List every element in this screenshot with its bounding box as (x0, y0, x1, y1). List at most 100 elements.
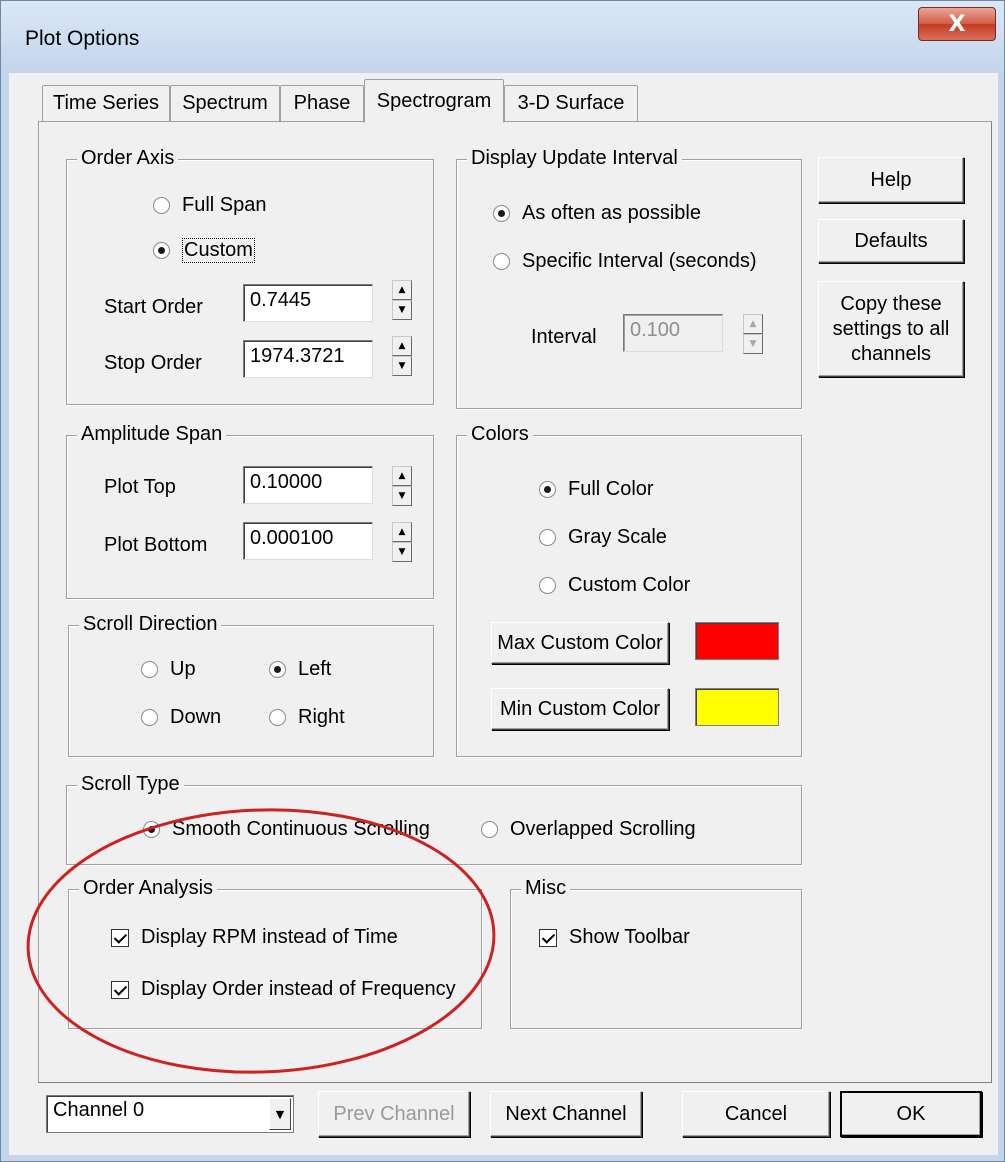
colors-legend: Colors (467, 423, 533, 446)
plot-bottom-spinner[interactable]: ▲ ▼ (392, 522, 412, 562)
checkmark-icon[interactable] (539, 928, 557, 947)
start-order-label: Start Order (104, 296, 203, 318)
close-button[interactable]: X (918, 7, 996, 41)
spin-down-icon[interactable]: ▼ (392, 542, 412, 562)
prev-channel-button[interactable]: Prev Channel (318, 1091, 470, 1137)
up-label: Up (170, 658, 196, 680)
checkmark-icon[interactable] (111, 928, 129, 947)
max-color-swatch (695, 622, 779, 660)
order-analysis-legend: Order Analysis (79, 877, 218, 900)
stop-order-field[interactable]: 1974.3721 (243, 340, 373, 378)
overlapped-scrolling-radio-button[interactable] (481, 821, 498, 838)
custom-color-radio[interactable]: Custom Color (539, 574, 690, 597)
cancel-button[interactable]: Cancel (682, 1091, 830, 1137)
copy-settings-label: Copy these (840, 292, 942, 315)
plot-options-window: Plot Options X Time Series Spectrum Phas… (0, 0, 1005, 1162)
tab-spectrum[interactable]: Spectrum (170, 85, 280, 121)
copy-settings-label: channels (850, 342, 932, 365)
tab-3d-surface[interactable]: 3-D Surface (504, 85, 638, 121)
plot-top-spinner[interactable]: ▲ ▼ (392, 466, 412, 506)
tab-phase[interactable]: Phase (280, 85, 364, 121)
right-radio[interactable]: Right (269, 706, 345, 729)
full-span-label: Full Span (182, 194, 267, 216)
copy-settings-button[interactable]: Copy these settings to all channels (818, 281, 964, 377)
display-rpm-checkbox[interactable]: Display RPM instead of Time (111, 926, 398, 949)
up-radio-button[interactable] (141, 661, 158, 678)
specific-interval-radio[interactable]: Specific Interval (seconds) (493, 250, 757, 273)
next-channel-label: Next Channel (505, 1102, 627, 1125)
overlapped-scrolling-radio[interactable]: Overlapped Scrolling (481, 818, 696, 841)
full-color-radio-button[interactable] (539, 481, 556, 498)
misc-legend: Misc (521, 877, 571, 900)
stop-order-spinner[interactable]: ▲ ▼ (392, 336, 412, 376)
spin-up-icon[interactable]: ▲ (392, 336, 412, 356)
custom-radio[interactable]: Custom (153, 238, 255, 263)
show-toolbar-checkbox[interactable]: Show Toolbar (539, 926, 690, 949)
order-analysis-group: Order Analysis Display RPM instead of Ti… (68, 877, 482, 1029)
order-axis-legend: Order Axis (77, 147, 179, 170)
next-channel-button[interactable]: Next Channel (490, 1091, 642, 1137)
title-bar[interactable]: Plot Options X (1, 1, 1004, 73)
scroll-direction-group: Scroll Direction Up Left Down Right (68, 613, 434, 757)
plot-bottom-field[interactable]: 0.000100 (243, 522, 373, 560)
copy-settings-label: settings to all (832, 317, 950, 340)
tab-label: Time Series (53, 92, 159, 114)
gray-scale-label: Gray Scale (568, 526, 667, 548)
full-span-radio[interactable]: Full Span (153, 194, 267, 217)
spin-down-icon[interactable]: ▼ (392, 486, 412, 506)
as-often-radio-button[interactable] (493, 205, 510, 222)
interval-field[interactable]: 0.100 (623, 314, 723, 352)
help-button[interactable]: Help (818, 157, 964, 203)
custom-label: Custom (182, 238, 255, 263)
interval-spinner[interactable]: ▲ ▼ (743, 314, 763, 354)
custom-color-radio-button[interactable] (539, 577, 556, 594)
amplitude-span-group: Amplitude Span Plot Top 0.10000 ▲ ▼ Plot… (66, 423, 434, 599)
spin-down-icon[interactable]: ▼ (392, 300, 412, 320)
left-radio[interactable]: Left (269, 658, 331, 681)
order-axis-group: Order Axis Full Span Custom Start Order … (66, 147, 434, 405)
start-order-spinner[interactable]: ▲ ▼ (392, 280, 412, 320)
tab-label: Spectrum (182, 92, 268, 114)
plot-top-label: Plot Top (104, 476, 176, 498)
specific-interval-radio-button[interactable] (493, 253, 510, 270)
spin-down-icon[interactable]: ▼ (743, 334, 763, 354)
spin-up-icon[interactable]: ▲ (392, 280, 412, 300)
spin-up-icon[interactable]: ▲ (392, 522, 412, 542)
min-custom-color-button[interactable]: Min Custom Color (491, 688, 669, 730)
custom-radio-button[interactable] (153, 242, 170, 259)
stop-order-label: Stop Order (104, 352, 202, 374)
spin-up-icon[interactable]: ▲ (392, 466, 412, 486)
full-color-label: Full Color (568, 478, 654, 500)
right-radio-button[interactable] (269, 709, 286, 726)
as-often-radio[interactable]: As often as possible (493, 202, 701, 225)
channel-select[interactable]: Channel 0 ▼ (46, 1095, 294, 1133)
display-order-checkbox[interactable]: Display Order instead of Frequency (111, 978, 456, 1001)
show-toolbar-label: Show Toolbar (569, 926, 690, 948)
tab-spectrogram[interactable]: Spectrogram (364, 79, 504, 123)
down-radio[interactable]: Down (141, 706, 221, 729)
down-radio-button[interactable] (141, 709, 158, 726)
spin-down-icon[interactable]: ▼ (392, 356, 412, 376)
tab-time-series[interactable]: Time Series (42, 85, 170, 121)
spin-up-icon[interactable]: ▲ (743, 314, 763, 334)
display-update-group: Display Update Interval As often as poss… (456, 147, 802, 409)
full-span-radio-button[interactable] (153, 197, 170, 214)
up-radio[interactable]: Up (141, 658, 196, 681)
plot-bottom-label: Plot Bottom (104, 534, 208, 556)
defaults-button[interactable]: Defaults (818, 219, 964, 263)
gray-scale-radio-button[interactable] (539, 529, 556, 546)
gray-scale-radio[interactable]: Gray Scale (539, 526, 667, 549)
smooth-scrolling-radio[interactable]: Smooth Continuous Scrolling (143, 818, 430, 841)
max-custom-color-button[interactable]: Max Custom Color (491, 622, 669, 664)
checkmark-icon[interactable] (111, 980, 129, 999)
dialog-client-area: Time Series Spectrum Phase Spectrogram 3… (9, 73, 998, 1155)
plot-top-field[interactable]: 0.10000 (243, 466, 373, 504)
smooth-scrolling-radio-button[interactable] (143, 821, 160, 838)
full-color-radio[interactable]: Full Color (539, 478, 654, 501)
start-order-field[interactable]: 0.7445 (243, 284, 373, 322)
smooth-scrolling-label: Smooth Continuous Scrolling (172, 818, 430, 840)
ok-button[interactable]: OK (840, 1091, 982, 1137)
chevron-down-icon[interactable]: ▼ (269, 1098, 291, 1130)
left-radio-button[interactable] (269, 661, 286, 678)
channel-select-value: Channel 0 (53, 1099, 145, 1121)
